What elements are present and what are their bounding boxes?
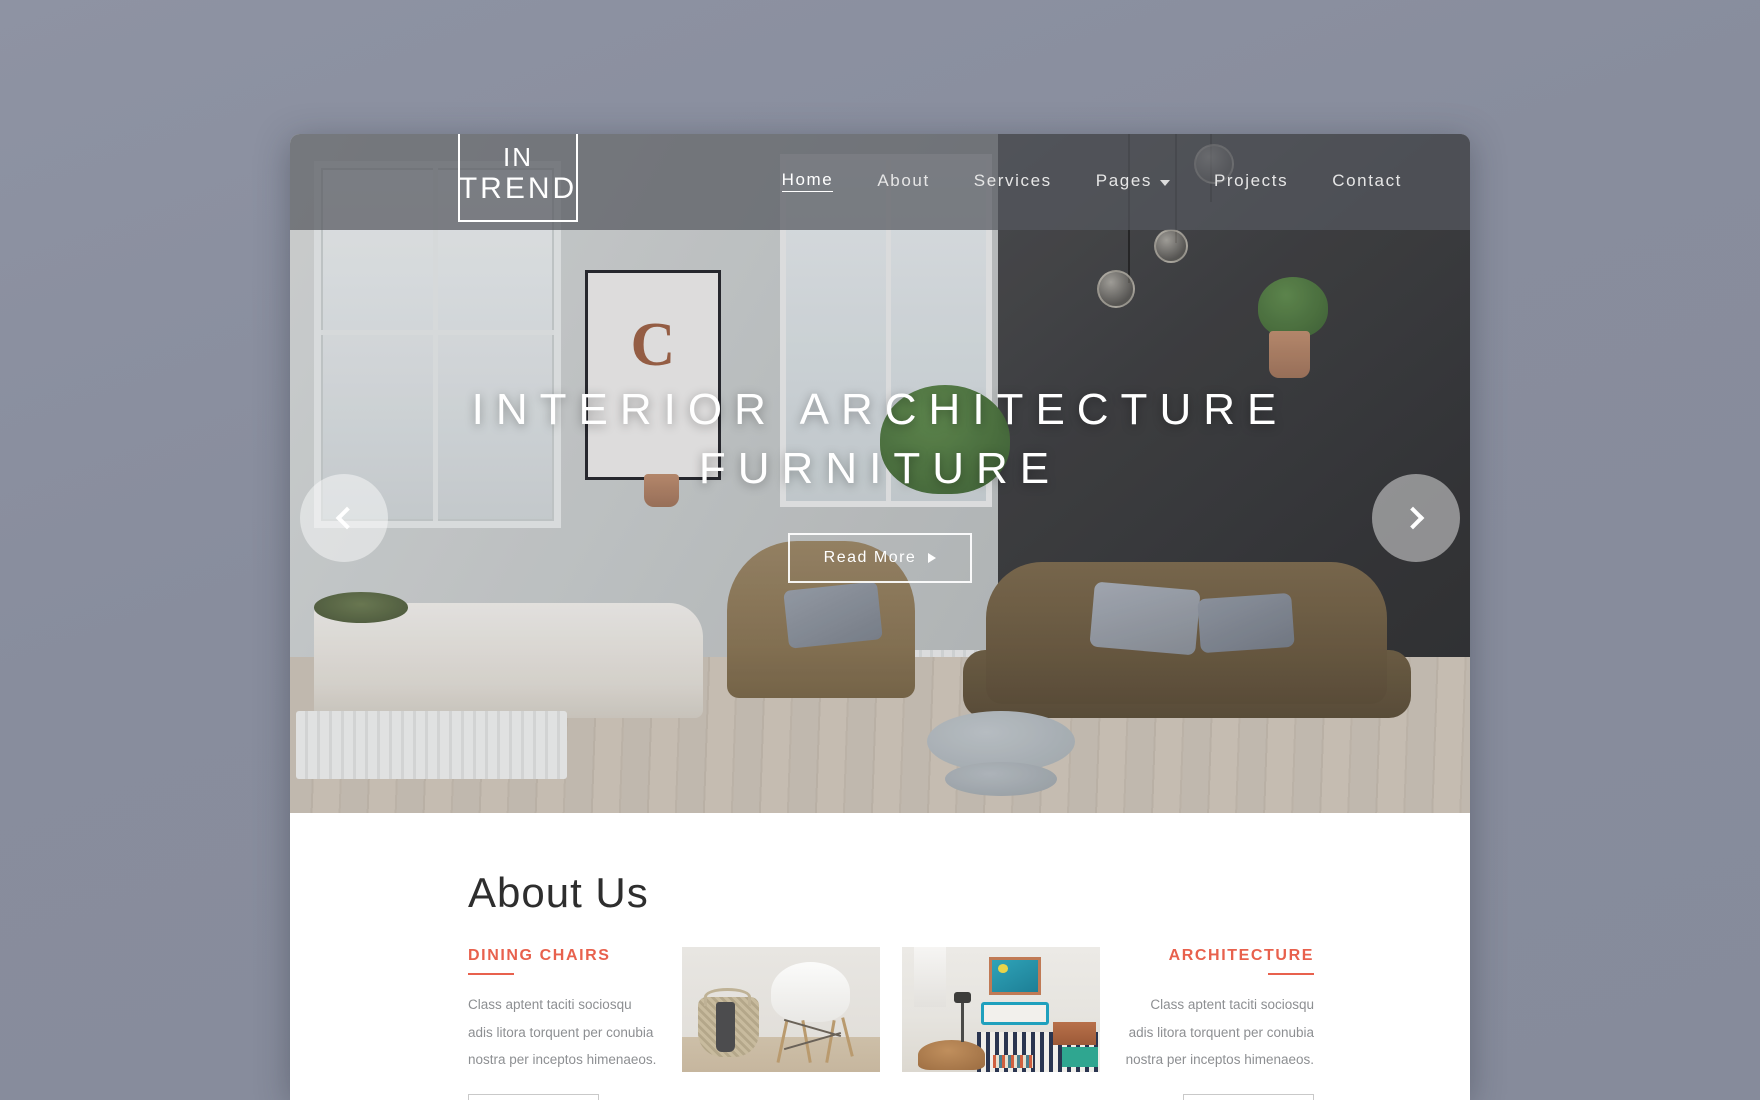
about-left-body: Class aptent taciti sociosqu adis litora… [468,997,657,1068]
nav-item-contact[interactable]: Contact [1332,171,1402,191]
read-more-label: Read More [823,548,917,566]
view-more-button-left[interactable]: View More [468,1094,599,1100]
about-grid: DINING CHAIRS Class aptent taciti socios… [290,917,1470,1100]
logo-line-2: TREND [458,171,578,205]
thumb2-wall-art [989,957,1041,995]
thumb1-chair-seat [771,962,851,1022]
about-section: About Us DINING CHAIRS Class aptent taci… [290,813,1470,1100]
thumb2-green-block [1062,1047,1099,1067]
carousel-prev-button[interactable] [300,474,388,562]
main-navigation: Home About Services Pages Projects Conta… [781,170,1402,192]
nav-item-pages-label: Pages [1095,171,1152,190]
about-right-body: Class aptent taciti sociosqu adis litora… [1125,997,1314,1068]
hero-slider: C IN TREND Home About Services Pages Pro… [290,134,1470,813]
nav-item-home[interactable]: Home [781,170,834,192]
thumb2-wall-art-sun [997,963,1008,973]
thumb2-round-table [917,1039,986,1070]
play-icon [928,552,937,563]
thumb2-striped-blanket [993,1054,1033,1069]
thumb2-floor-lamp [954,991,972,1042]
hero-copy: INTERIOR ARCHITECTURE FURNITURE Read Mor… [290,380,1470,583]
thumb2-daybed [981,1002,1049,1025]
carousel-next-button[interactable] [1372,474,1460,562]
chevron-right-icon [1401,506,1425,530]
chevron-left-icon [335,506,359,530]
about-left-title: DINING CHAIRS [468,947,611,964]
about-right-title: ARCHITECTURE [1168,947,1314,964]
read-more-button[interactable]: Read More [787,532,973,583]
nav-item-about[interactable]: About [877,171,929,191]
about-heading: About Us [468,869,649,916]
about-thumbnail-dining-chairs[interactable] [682,947,880,1072]
site-header: IN TREND Home About Services Pages Proje… [290,134,1470,230]
nav-item-projects[interactable]: Projects [1214,171,1288,191]
about-left-underline [468,973,514,975]
thumb1-towel [715,1002,736,1052]
browser-window: C IN TREND Home About Services Pages Pro… [290,134,1470,1100]
thumb2-wood-block [1052,1022,1097,1045]
thumb2-curtain [913,947,946,1007]
nav-item-pages[interactable]: Pages [1096,171,1170,191]
hero-title: INTERIOR ARCHITECTURE FURNITURE [471,385,1289,494]
about-column-left: DINING CHAIRS Class aptent taciti socios… [468,947,660,1100]
view-more-button-right[interactable]: View More [1183,1094,1314,1100]
site-logo[interactable]: IN TREND [458,134,578,222]
logo-line-1: IN [503,141,533,172]
about-column-right: ARCHITECTURE Class aptent taciti sociosq… [1122,947,1314,1100]
chevron-down-icon [1159,180,1170,186]
nav-item-services[interactable]: Services [974,171,1052,191]
about-thumbnail-architecture[interactable] [902,947,1100,1072]
about-right-underline [1268,973,1314,975]
